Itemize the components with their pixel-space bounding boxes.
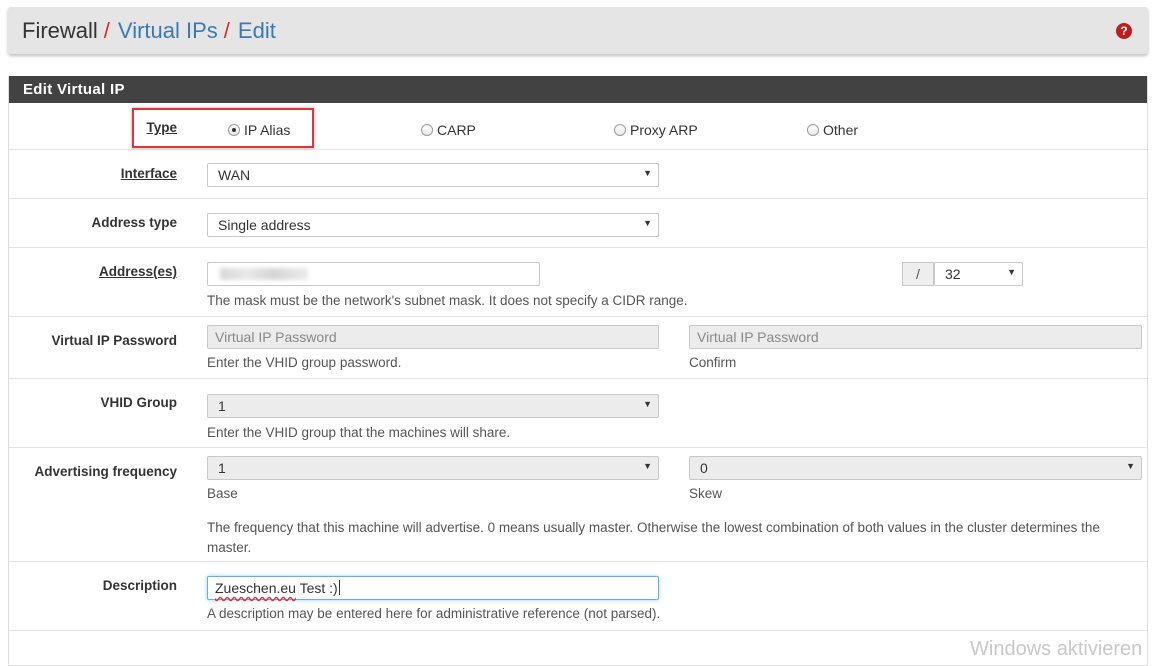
vip-password-row: Virtual IP Password Virtual IP Password … — [9, 316, 1147, 378]
vip-password-placeholder: Virtual IP Password — [215, 329, 337, 345]
type-option-label: Other — [823, 122, 859, 138]
description-row: Description Zueschen.eu Test :) A descri… — [9, 561, 1147, 630]
description-help: A description may be entered here for ad… — [207, 606, 661, 621]
address-type-label: Address type — [91, 215, 177, 230]
description-value-word: Zueschen.eu — [215, 580, 296, 596]
breadcrumb-separator: / — [223, 17, 230, 43]
vip-password-label: Virtual IP Password — [51, 333, 177, 348]
advertising-skew-select[interactable]: 0 ▼ — [689, 456, 1142, 480]
mask-select[interactable]: 32 ▼ — [934, 262, 1023, 286]
mask-select-value: 32 — [945, 266, 961, 282]
highlight-annotation — [132, 108, 314, 148]
interface-select-value: WAN — [218, 167, 251, 183]
description-input[interactable]: Zueschen.eu Test :) — [207, 576, 659, 600]
edit-virtual-ip-panel: Edit Virtual IP Type IP Alias CARP Proxy… — [8, 76, 1148, 666]
chevron-down-icon: ▼ — [643, 168, 652, 178]
type-radio-carp[interactable]: CARP — [421, 122, 476, 138]
chevron-down-icon: ▼ — [643, 399, 652, 409]
chevron-down-icon: ▼ — [1007, 267, 1016, 277]
breadcrumb-root: Firewall — [22, 17, 98, 43]
breadcrumb-edit[interactable]: Edit — [238, 18, 276, 44]
breadcrumb-virtual-ips[interactable]: Virtual IPs — [118, 18, 218, 44]
advertising-label: Advertising frequency — [34, 464, 177, 479]
interface-label: Interface — [120, 166, 177, 181]
advertising-base-select[interactable]: 1 ▼ — [207, 456, 659, 480]
address-type-select-value: Single address — [218, 217, 311, 233]
address-type-select[interactable]: Single address ▼ — [207, 213, 659, 237]
advertising-help: The frequency that this machine will adv… — [207, 520, 1100, 555]
description-label: Description — [102, 578, 177, 593]
vip-password-input[interactable]: Virtual IP Password — [207, 325, 659, 349]
description-value-rest: Test :) — [295, 580, 338, 596]
question-circle-icon[interactable]: ? — [1116, 23, 1132, 39]
panel-title: Edit Virtual IP — [9, 76, 1147, 103]
advertising-row: Advertising frequency 1 ▼ Base 0 ▼ Skew … — [9, 447, 1147, 561]
radio-icon — [807, 124, 819, 136]
advertising-base-help: Base — [207, 486, 238, 501]
vip-password-confirm-help: Confirm — [689, 355, 737, 370]
advertising-base-value: 1 — [218, 460, 226, 476]
address-label: Address(es) — [98, 264, 177, 279]
redacted-address — [220, 268, 308, 280]
type-radio-proxy-arp[interactable]: Proxy ARP — [614, 122, 698, 138]
windows-activation-watermark: Windows aktivieren — [970, 638, 1143, 660]
radio-icon — [614, 124, 626, 136]
interface-row: Interface WAN ▼ — [9, 149, 1147, 198]
advertising-skew-value: 0 — [700, 460, 708, 476]
vhid-group-label: VHID Group — [100, 395, 178, 410]
vhid-group-select[interactable]: 1 ▼ — [207, 394, 659, 418]
breadcrumb-separator: / — [103, 17, 110, 43]
vhid-group-help: Enter the VHID group that the machines w… — [207, 425, 511, 440]
advertising-skew-help: Skew — [689, 486, 723, 501]
address-input[interactable] — [207, 262, 540, 286]
breadcrumb: Firewall / Virtual IPs / Edit ? — [8, 7, 1148, 54]
vhid-group-row: VHID Group 1 ▼ Enter the VHID group that… — [9, 378, 1147, 447]
vip-password-confirm-placeholder: Virtual IP Password — [697, 329, 819, 345]
address-row: Address(es) / 32 ▼ The mask must be the … — [9, 247, 1147, 316]
type-option-label: Proxy ARP — [630, 122, 698, 138]
text-caret — [338, 580, 340, 595]
interface-select[interactable]: WAN ▼ — [207, 163, 659, 187]
vip-password-confirm-input[interactable]: Virtual IP Password — [689, 325, 1142, 349]
radio-icon — [421, 124, 433, 136]
type-option-label: CARP — [437, 122, 476, 138]
type-radio-other[interactable]: Other — [807, 122, 858, 138]
vip-password-help: Enter the VHID group password. — [207, 355, 402, 370]
chevron-down-icon: ▼ — [643, 218, 652, 228]
vhid-group-select-value: 1 — [218, 398, 226, 414]
mask-separator: / — [902, 262, 934, 286]
chevron-down-icon: ▼ — [1126, 461, 1135, 471]
chevron-down-icon: ▼ — [643, 461, 652, 471]
address-type-row: Address type Single address ▼ — [9, 198, 1147, 247]
address-help: The mask must be the network's subnet ma… — [207, 293, 688, 308]
